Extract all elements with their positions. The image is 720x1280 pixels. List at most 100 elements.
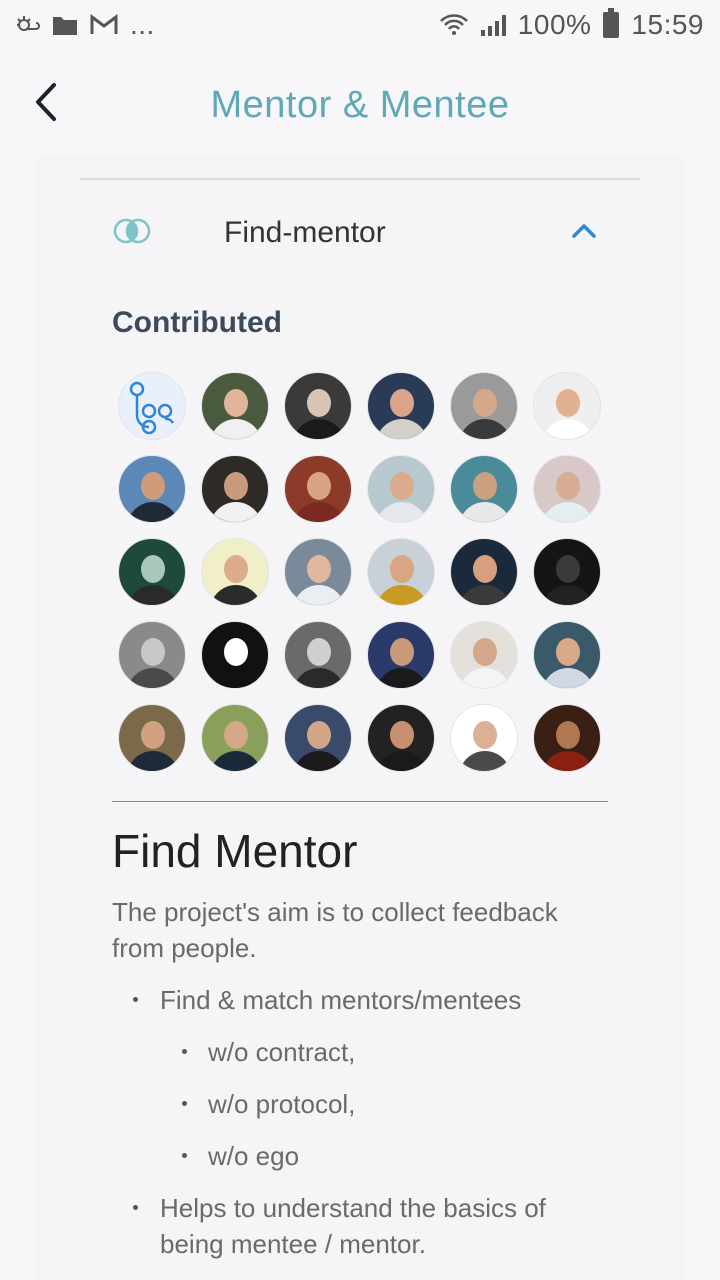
avatar-shoulders (210, 502, 262, 522)
contributor-avatar[interactable] (367, 455, 435, 523)
page-title: Mentor & Mentee (210, 83, 510, 126)
avatar-shoulders (127, 668, 179, 688)
contributor-avatar[interactable] (284, 538, 352, 606)
avatar-face (473, 555, 497, 583)
status-bar: ... 100% 15:59 (0, 0, 720, 50)
accordion-title: Find-mentor (224, 216, 386, 249)
avatar-shoulders (293, 668, 345, 688)
avatar-face (224, 389, 248, 417)
avatar-shoulders (210, 419, 262, 439)
contributor-avatar[interactable] (367, 372, 435, 440)
avatar-shoulders (542, 585, 594, 605)
contributor-avatar[interactable] (450, 621, 518, 689)
contributor-avatar[interactable] (118, 538, 186, 606)
contributor-avatar[interactable] (533, 704, 601, 772)
contributor-avatar[interactable] (450, 704, 518, 772)
bullet-dot (182, 1049, 187, 1054)
contributor-avatar[interactable] (118, 372, 186, 440)
avatar-shoulders (293, 751, 345, 771)
contributor-avatar[interactable] (450, 455, 518, 523)
more-notifications: ... (130, 9, 155, 40)
contributor-avatar[interactable] (284, 621, 352, 689)
bullet-dot (182, 1153, 187, 1158)
contributor-avatar[interactable] (118, 704, 186, 772)
avatar-shoulders (376, 502, 428, 522)
bullet-item: Helps to understand the basics of (160, 1193, 546, 1223)
doc-title: Find Mentor (112, 825, 358, 877)
contributor-avatar[interactable] (533, 538, 601, 606)
contributor-avatar[interactable] (367, 704, 435, 772)
contributor-avatar[interactable] (367, 538, 435, 606)
contributor-avatar[interactable] (201, 538, 269, 606)
contributor-avatar[interactable] (533, 621, 601, 689)
avatar-face (141, 472, 165, 500)
avatar-shoulders (459, 419, 511, 439)
avatar-shoulders (376, 585, 428, 605)
avatar-face (224, 638, 248, 666)
chevron-up-icon[interactable] (570, 220, 598, 240)
contributor-avatar[interactable] (201, 455, 269, 523)
overlap-circles-icon (113, 218, 151, 244)
avatar-face (556, 638, 580, 666)
contributor-avatar[interactable] (201, 372, 269, 440)
avatar-face (556, 555, 580, 583)
contributor-avatar[interactable] (533, 455, 601, 523)
avatar-face (473, 638, 497, 666)
avatar-face (390, 721, 414, 749)
contributor-avatar[interactable] (284, 372, 352, 440)
avatar-face (224, 472, 248, 500)
avatar-shoulders (210, 585, 262, 605)
avatar-shoulders (376, 751, 428, 771)
contributor-avatar[interactable] (201, 621, 269, 689)
avatar-face (390, 555, 414, 583)
avatar-face (141, 721, 165, 749)
contributor-avatar[interactable] (450, 538, 518, 606)
contributor-avatar[interactable] (367, 621, 435, 689)
avatar-shoulders (293, 502, 345, 522)
avatar-face (473, 389, 497, 417)
avatar-shoulders (127, 585, 179, 605)
weather-icon (17, 16, 40, 31)
contributed-heading: Contributed (112, 306, 282, 339)
divider (112, 801, 608, 802)
contributor-avatar[interactable] (284, 704, 352, 772)
avatar-shoulders (542, 502, 594, 522)
avatar-face (307, 472, 331, 500)
folder-icon (53, 17, 77, 35)
avatar-shoulders (210, 751, 262, 771)
avatar-shoulders (542, 668, 594, 688)
avatar-face (556, 721, 580, 749)
avatar-shoulders (459, 585, 511, 605)
contributor-avatar[interactable] (118, 621, 186, 689)
clock: 15:59 (631, 9, 704, 40)
accordion-find-mentor[interactable]: Find-mentor (80, 180, 640, 290)
avatar-shoulders (293, 585, 345, 605)
status-right: 100% 15:59 (439, 8, 704, 41)
avatar-shoulders (127, 751, 179, 771)
bullet-dot (182, 1101, 187, 1106)
sub-bullet-item: w/o contract, (208, 1037, 356, 1067)
contributor-avatar[interactable] (118, 455, 186, 523)
avatar-face (141, 638, 165, 666)
contributor-avatar[interactable] (533, 372, 601, 440)
avatar-shoulders (293, 419, 345, 439)
avatar-shoulders (376, 668, 428, 688)
wifi-icon (439, 14, 468, 35)
doc-intro: The project's aim is to collect feedback… (112, 897, 558, 963)
contributor-avatar[interactable] (201, 704, 269, 772)
avatar-shoulders (459, 668, 511, 688)
avatar-face (390, 389, 414, 417)
bullet-item-continued: being mentee / mentor. (160, 1229, 426, 1259)
avatar-shoulders (542, 419, 594, 439)
contributor-avatar[interactable] (450, 372, 518, 440)
avatar-face (307, 721, 331, 749)
bullet-item: Find & match mentors/mentees (160, 985, 522, 1015)
contributor-avatar[interactable] (284, 455, 352, 523)
avatar-face (224, 555, 248, 583)
avatar-shoulders (127, 502, 179, 522)
avatar-face (307, 555, 331, 583)
avatar-face (556, 389, 580, 417)
status-left: ... (14, 9, 155, 41)
back-button[interactable] (24, 80, 68, 124)
avatar-face (556, 472, 580, 500)
